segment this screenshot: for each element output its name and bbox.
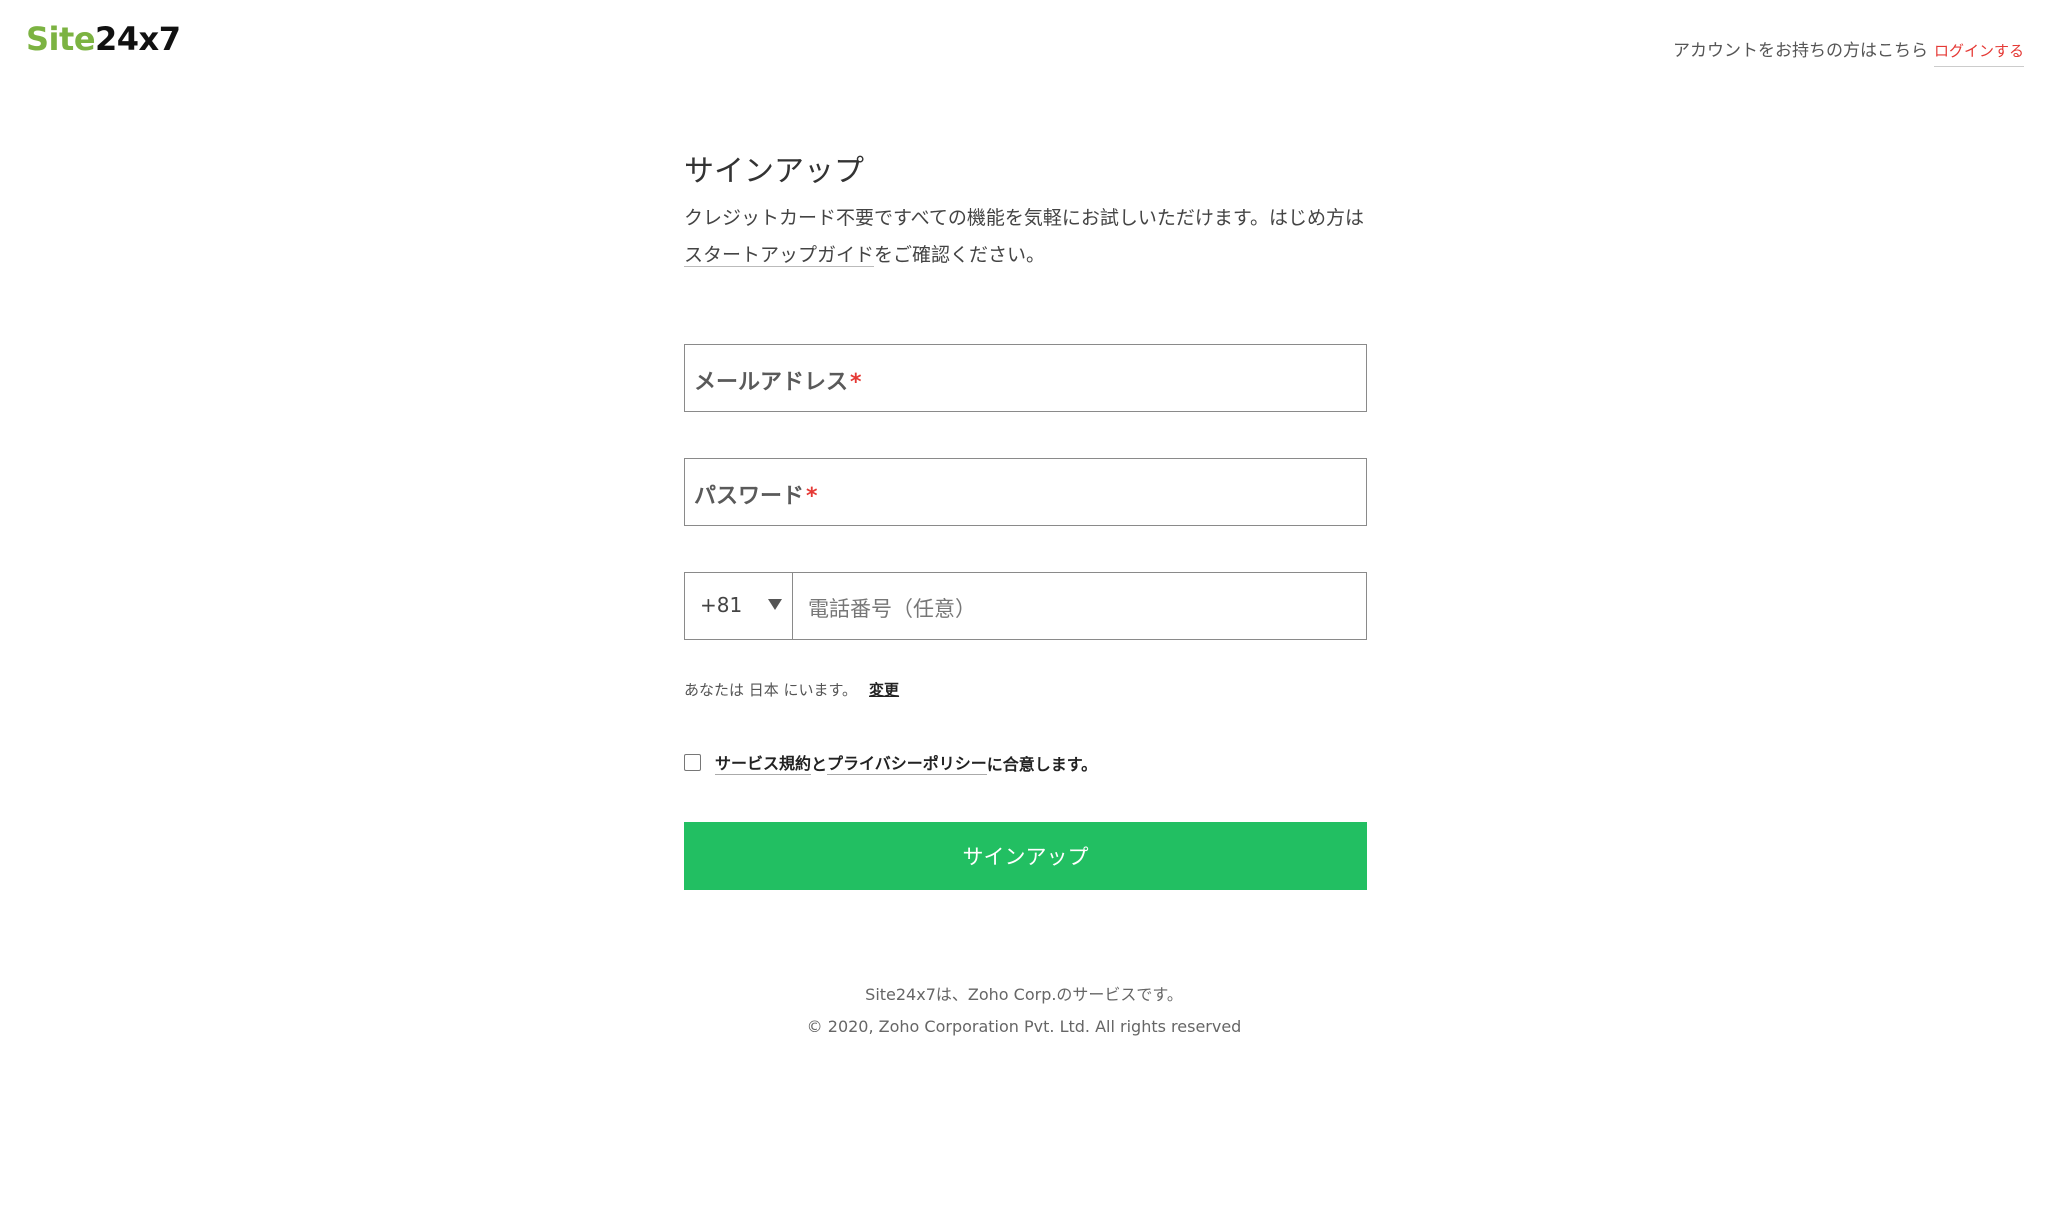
service-note: Site24x7は、Zoho Corp.のサービスです。 bbox=[865, 985, 1183, 1004]
country-code-select[interactable]: +81 bbox=[685, 573, 793, 639]
signup-button[interactable]: サインアップ bbox=[684, 822, 1367, 890]
location-notice: あなたは 日本 にいます。 変更 bbox=[684, 679, 1367, 700]
page-title: サインアップ bbox=[684, 154, 864, 189]
phone-input[interactable]: 電話番号（任意） bbox=[808, 593, 976, 623]
chevron-down-icon bbox=[768, 599, 782, 610]
logo-number-text: 24x7 bbox=[95, 20, 181, 58]
password-label: パスワード* bbox=[694, 478, 818, 510]
description-suffix: をご確認ください。 bbox=[874, 244, 1046, 266]
email-field[interactable]: メールアドレス* bbox=[684, 344, 1367, 412]
required-mark: * bbox=[850, 370, 862, 395]
terms-agreement: サービス規約とプライバシーポリシー に合意します。 bbox=[684, 750, 1367, 775]
email-label-text: メールアドレス bbox=[694, 370, 849, 395]
copyright-text: © 2020, Zoho Corporation Pvt. Ltd. All r… bbox=[806, 1017, 1242, 1036]
agree-checkbox[interactable] bbox=[684, 754, 701, 771]
startup-guide-link[interactable]: スタートアップガイド bbox=[684, 244, 875, 267]
password-field[interactable]: パスワード* bbox=[684, 458, 1367, 526]
terms-of-service-link[interactable]: サービス規約 bbox=[715, 750, 812, 775]
logo-site-text: Site bbox=[26, 20, 96, 58]
email-label: メールアドレス* bbox=[694, 364, 862, 396]
description-text: クレジットカード不要ですべての機能を気軽にお試しいただけます。はじめ方は bbox=[684, 207, 1365, 229]
agree-and-text: と bbox=[811, 754, 828, 774]
login-link[interactable]: ログインする bbox=[1933, 42, 2024, 67]
required-mark: * bbox=[806, 484, 818, 509]
signup-page: Site24x7 アカウントをお持ちの方はこちら ログインする サインアップ クレ… bbox=[0, 0, 2048, 1215]
site24x7-logo[interactable]: Site24x7 bbox=[26, 20, 181, 58]
location-text: あなたは 日本 にいます。 bbox=[684, 681, 858, 699]
login-prompt: アカウントをお持ちの方はこちら ログインする bbox=[1672, 36, 2024, 67]
change-location-link[interactable]: 変更 bbox=[869, 681, 899, 699]
agree-suffix-text: に合意します。 bbox=[986, 754, 1098, 774]
phone-field-group: +81 電話番号（任意） bbox=[684, 572, 1367, 640]
password-label-text: パスワード bbox=[694, 484, 805, 509]
signup-description: クレジットカード不要ですべての機能を気軽にお試しいただけます。はじめ方はスタート… bbox=[684, 200, 1367, 274]
privacy-policy-link[interactable]: プライバシーポリシー bbox=[827, 750, 987, 775]
account-prompt-text: アカウントをお持ちの方はこちら bbox=[1672, 41, 1928, 61]
country-code-value: +81 bbox=[700, 593, 743, 617]
